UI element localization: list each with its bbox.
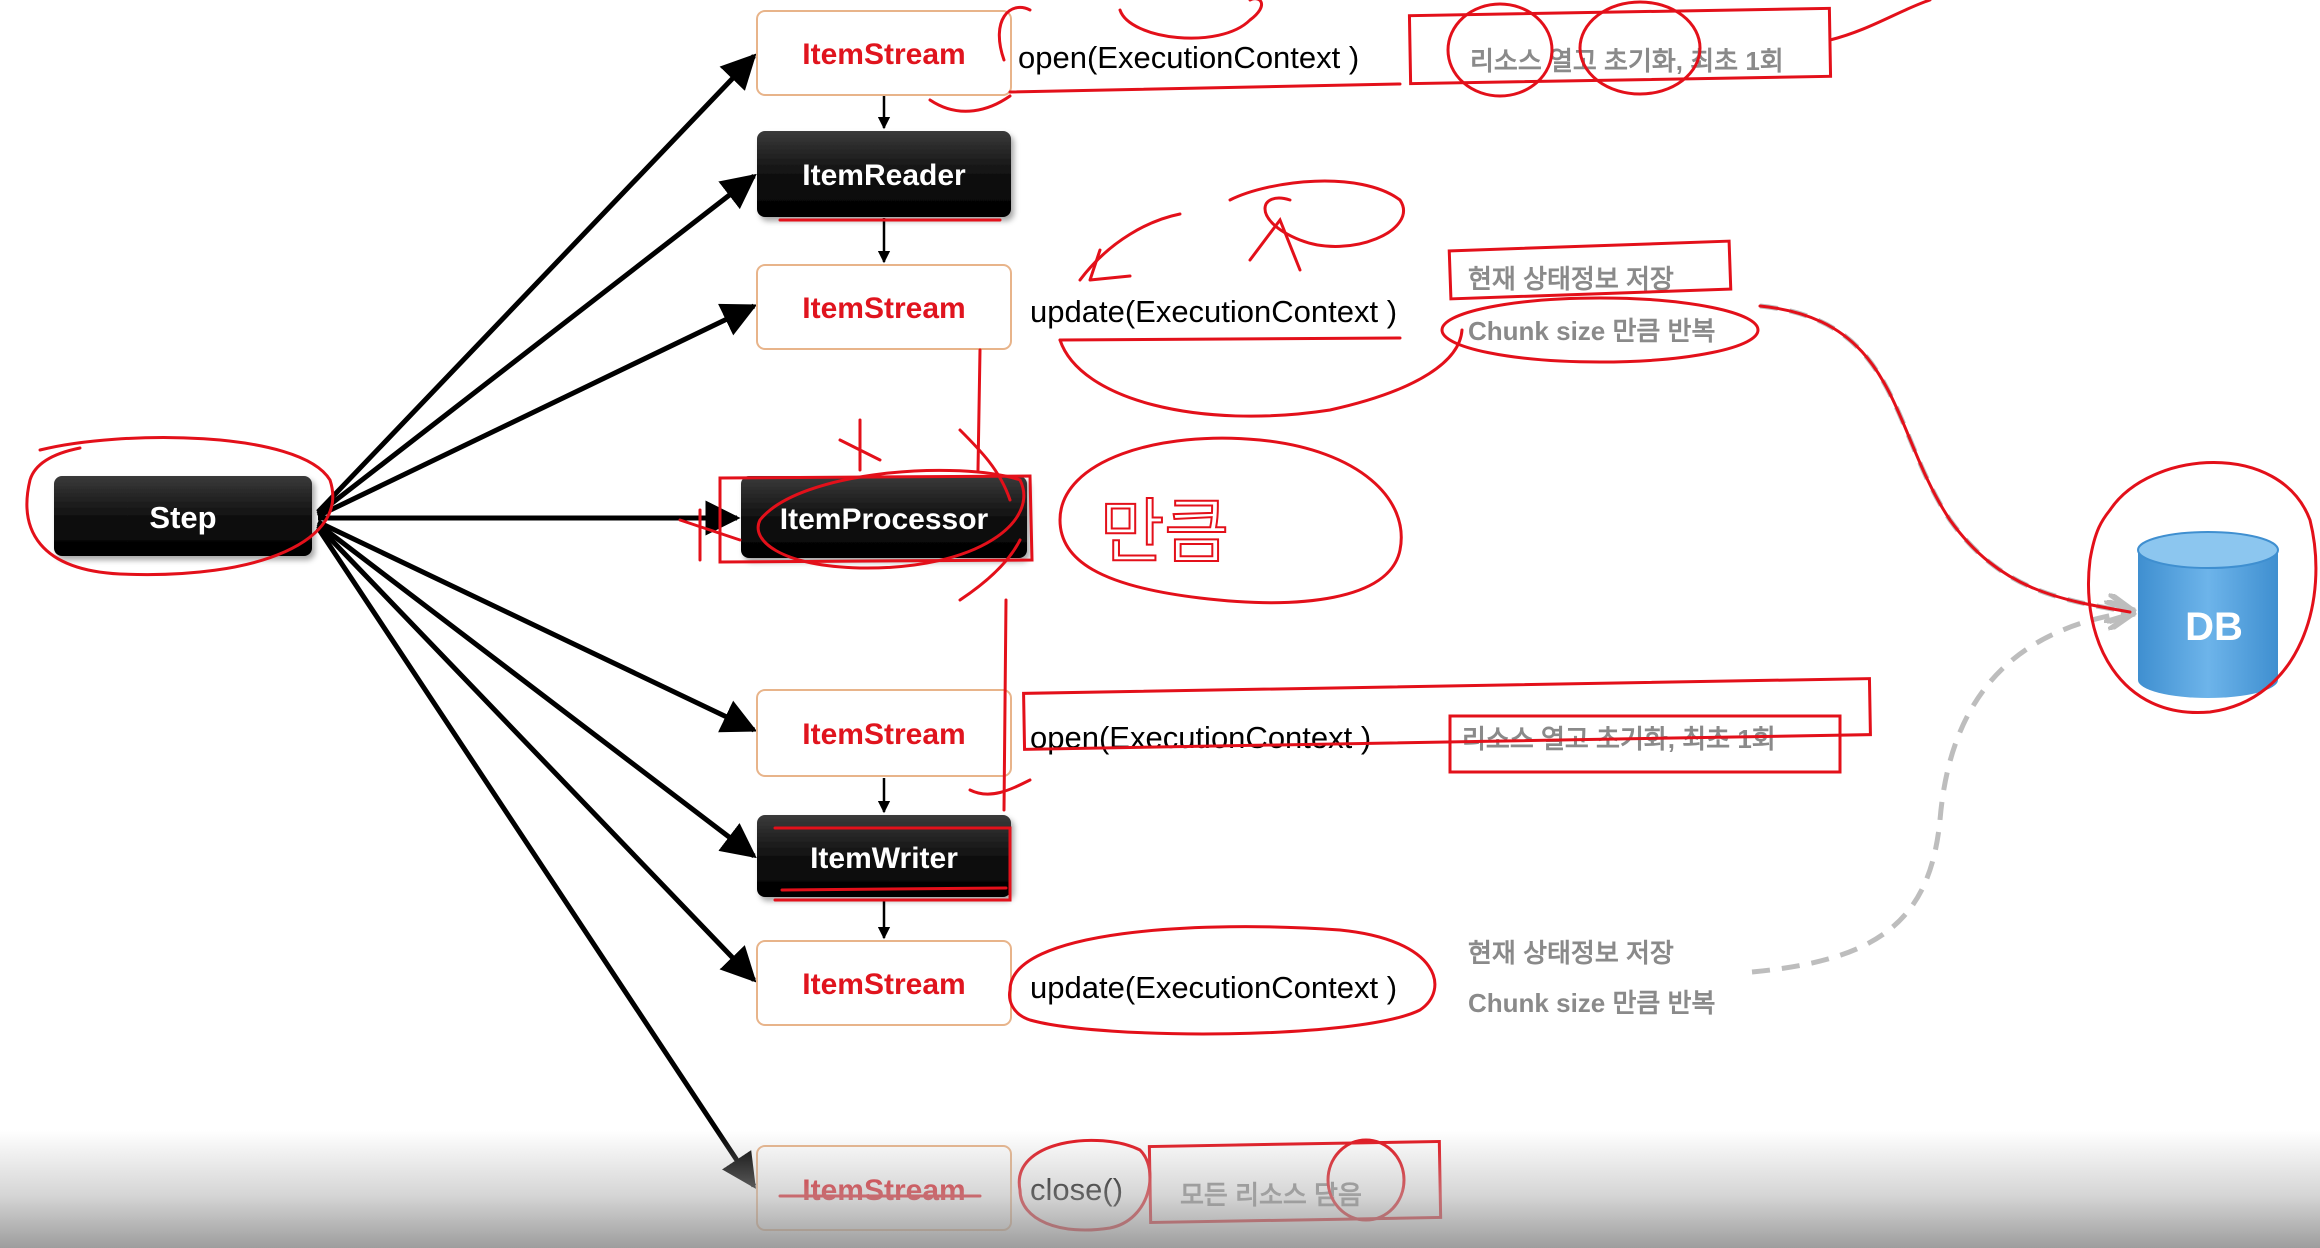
item-stream-open-2[interactable]: ItemStream [756, 689, 1012, 777]
item-stream-update-2-label: ItemStream [802, 968, 965, 1001]
item-reader-label: ItemReader [802, 159, 966, 192]
db-dashed-connectors [1751, 303, 2130, 975]
item-stream-update-2[interactable]: ItemStream [756, 940, 1012, 1026]
db-node[interactable]: DB [2137, 531, 2279, 698]
note-close: 모든 리소스 닫음 [1180, 1180, 1362, 1210]
method-labels: open(ExecutionContext ) update(Execution… [1018, 40, 1397, 1207]
item-stream-open-label: ItemStream [802, 38, 965, 71]
method-update-1: update(ExecutionContext ) [1030, 294, 1397, 329]
note-update-2b: Chunk size 만큼 반복 [1468, 988, 1715, 1018]
item-processor-label: ItemProcessor [780, 503, 989, 536]
db-label: DB [2185, 605, 2243, 649]
step-node[interactable]: Step [54, 476, 312, 556]
method-close: close() [1030, 1172, 1123, 1207]
item-stream-open[interactable]: ItemStream [756, 10, 1012, 96]
item-reader-node[interactable]: ItemReader [757, 131, 1011, 217]
connector-step-writer [316, 522, 757, 859]
connector-step-reader [316, 173, 757, 516]
note-update-2a: 현재 상태정보 저장 [1468, 938, 1674, 968]
connector-step-stream-update-2 [316, 524, 757, 983]
item-stream-close-label: ItemStream [802, 1174, 965, 1207]
diagram-canvas: Step ItemStream ItemReader ItemStream It… [25, 0, 2318, 1232]
note-update-1a: 현재 상태정보 저장 [1468, 264, 1674, 294]
item-stream-close[interactable]: ItemStream [756, 1145, 1012, 1231]
dashed-update2-to-db [1751, 612, 2130, 975]
method-update-2: update(ExecutionContext ) [1030, 970, 1397, 1005]
item-stream-update-label: ItemStream [802, 292, 965, 325]
step-label: Step [149, 500, 216, 535]
handwritten-processor-note: 만큼 [1100, 491, 1229, 573]
diagram-stage: Step ItemStream ItemReader ItemStream It… [0, 0, 2320, 1248]
handwritten-annotations: 만큼 [25, 0, 2318, 1232]
method-open-1: open(ExecutionContext ) [1018, 40, 1359, 75]
step-connectors [315, 53, 758, 1189]
item-stream-update[interactable]: ItemStream [756, 264, 1012, 350]
item-stream-open-2-label: ItemStream [802, 718, 965, 751]
item-writer-label: ItemWriter [810, 842, 958, 875]
connector-step-stream-open [316, 53, 757, 514]
connector-step-stream-update [316, 303, 758, 519]
note-open-1: 리소스 열고 초기화, 최초 1회 [1470, 46, 1784, 76]
dashed-update-to-db [1759, 303, 2130, 612]
note-update-1b: Chunk size 만큼 반복 [1468, 316, 1715, 346]
